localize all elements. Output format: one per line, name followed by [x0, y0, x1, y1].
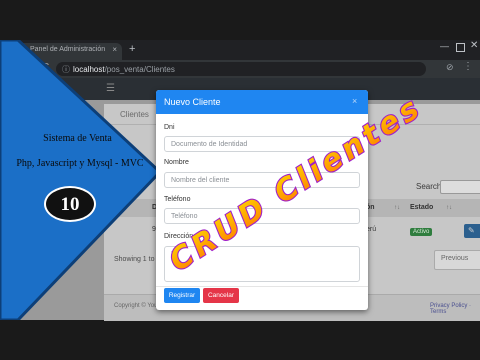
banner-line-2: Php, Javascript y Mysql - MVC — [16, 158, 144, 169]
status-badge: Activo — [410, 228, 433, 236]
edit-button[interactable]: ✎ — [464, 224, 480, 238]
modal-header: Nuevo Cliente × — [156, 90, 368, 114]
direccion-textarea[interactable]: Di — [164, 246, 360, 282]
nombre-input[interactable]: Nombre del cliente — [164, 172, 360, 188]
dni-placeholder: Documento de Identidad — [171, 141, 248, 148]
edit-icon: ✎ — [468, 226, 475, 235]
extension-icon[interactable]: ⊘ — [446, 62, 454, 73]
sort-icon[interactable]: ↑↓ — [394, 205, 400, 211]
previous-page-button[interactable]: Previous — [434, 250, 480, 270]
nombre-label: Nombre — [164, 159, 189, 166]
register-button[interactable]: Registrar — [164, 288, 200, 303]
minimize-icon[interactable]: — — [440, 41, 449, 51]
cancel-button[interactable]: Cancelar — [203, 288, 239, 303]
column-header-estado[interactable]: Estado — [410, 204, 433, 211]
footer-links[interactable]: Privacy Policy · Terms — [430, 303, 480, 315]
new-client-modal: Nuevo Cliente × Dni Documento de Identid… — [156, 90, 368, 310]
direccion-label: Dirección — [164, 233, 194, 240]
register-button-label: Registrar — [168, 292, 196, 299]
dni-label: Dni — [164, 124, 175, 131]
window-close-icon[interactable]: ✕ — [470, 40, 478, 51]
episode-number: 10 — [60, 194, 80, 215]
direccion-placeholder: Di — [171, 251, 178, 258]
previous-label: Previous — [441, 255, 469, 262]
telefono-label: Teléfono — [164, 196, 191, 203]
modal-footer-divider — [156, 286, 368, 287]
sort-icon[interactable]: ↑↓ — [446, 205, 452, 211]
side-banner — [0, 40, 163, 320]
telefono-input[interactable]: Teléfono — [164, 208, 360, 224]
banner-shape — [0, 40, 160, 320]
banner-line-1: Sistema de Venta — [43, 133, 112, 144]
dni-input[interactable]: Documento de Identidad — [164, 136, 360, 152]
browser-menu-icon[interactable]: ⋮ — [463, 61, 473, 72]
search-input[interactable] — [440, 180, 480, 194]
maximize-icon[interactable] — [456, 43, 465, 52]
screen: Panel de Administración × + — ✕ ← → C ⓘ … — [0, 0, 480, 360]
episode-number-badge: 10 — [44, 186, 96, 222]
telefono-placeholder: Teléfono — [171, 213, 198, 220]
cancel-button-label: Cancelar — [207, 292, 234, 299]
nombre-placeholder: Nombre del cliente — [171, 177, 230, 184]
modal-close-icon[interactable]: × — [352, 96, 357, 106]
modal-title: Nuevo Cliente — [164, 97, 221, 107]
